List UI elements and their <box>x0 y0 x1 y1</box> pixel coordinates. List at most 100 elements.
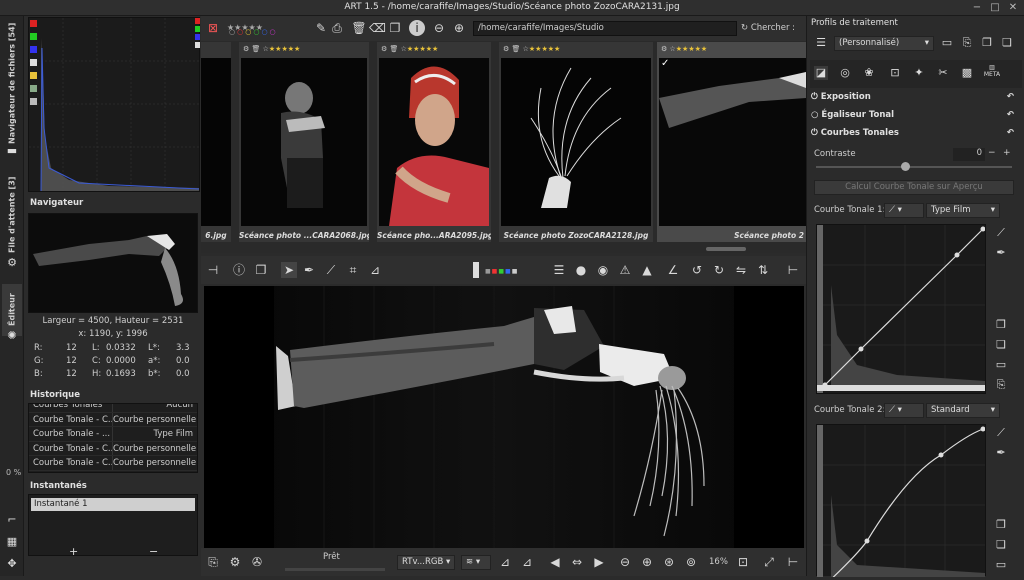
curve2-editor[interactable] <box>816 424 986 580</box>
sync-icon[interactable]: ⇔ <box>569 554 585 570</box>
tab-raw-icon[interactable]: ▩ <box>960 66 974 80</box>
zoom-fit-icon[interactable]: ⊚ <box>683 554 699 570</box>
bar-toggle-icon[interactable] <box>30 98 37 105</box>
hide-right-panel-icon[interactable]: ⊢ <box>785 262 801 278</box>
tab-local-icon[interactable]: ⊡ <box>888 66 902 80</box>
warning-dark-icon[interactable]: ⚠ <box>617 262 633 278</box>
contrast-value[interactable]: 0 <box>953 148 985 161</box>
paste-profile-icon[interactable]: ❏ <box>1000 36 1014 50</box>
save-icon[interactable]: ⎘ <box>205 554 221 570</box>
info-toggle-icon[interactable]: ⓘ <box>231 262 247 278</box>
tab-effects-icon[interactable]: ✦ <box>912 66 926 80</box>
reset-icon[interactable]: ↶ <box>1007 90 1014 105</box>
fullscreen-icon[interactable]: ⤢ <box>761 554 777 570</box>
history-row[interactable]: Courbe Tonale - C... Courbe personnelle <box>29 456 197 471</box>
curve-picker-icon[interactable]: ✒ <box>994 246 1008 260</box>
zoom-100-icon[interactable]: ⊛ <box>661 554 677 570</box>
history-row[interactable]: Courbes Tonales Aucun <box>29 404 197 413</box>
red-toggle-icon[interactable] <box>30 20 37 27</box>
color-picker-icon[interactable]: ✒ <box>301 262 317 278</box>
zoom-in-icon[interactable]: ⊕ <box>451 20 467 36</box>
contrast-decrease-button[interactable]: − <box>988 148 996 158</box>
warning-light-icon[interactable]: ▲ <box>639 262 655 278</box>
straighten-icon[interactable]: ⊿ <box>367 262 383 278</box>
contrast-increase-button[interactable]: + <box>1003 148 1011 158</box>
external-editor-icon[interactable]: ✇ <box>249 554 265 570</box>
folder-icon[interactable]: ▬ <box>4 144 20 158</box>
contrast-slider[interactable] <box>816 166 1012 168</box>
gear-icon[interactable]: ⚙ <box>4 256 20 270</box>
path-input[interactable]: /home/carafife/Images/Studio <box>473 21 737 36</box>
soft-proof-icon[interactable]: ⊿ <box>497 554 513 570</box>
color-label-filters[interactable]: ○○○○○○ <box>229 28 278 36</box>
hide-left-panel-icon[interactable]: ⊣ <box>205 262 221 278</box>
blue-channel-icon[interactable] <box>195 34 200 40</box>
grid-icon[interactable]: ▦ <box>4 535 20 549</box>
collapse-panel-icon[interactable]: ⊢ <box>785 554 801 570</box>
trash-icon[interactable]: 🗑 <box>351 20 367 36</box>
search-label[interactable]: ↻ Chercher : <box>741 21 803 36</box>
curve2-paste-icon[interactable]: ❏ <box>994 538 1008 552</box>
profile-list-icon[interactable]: ☰ <box>814 36 828 50</box>
thumbnail[interactable]: ⚙ 🗑 ☆★★★★★ Scéance photo ZozoCARA2128.jp… <box>499 42 653 242</box>
power-icon[interactable]: ⏻ <box>811 92 821 102</box>
navigator-preview[interactable] <box>28 213 198 313</box>
thumbnail-rating[interactable]: ⚙ 🗑 ☆★★★★★ <box>243 45 300 53</box>
aperture-icon[interactable]: ✺ <box>4 329 20 343</box>
tab-exposure-icon[interactable]: ◪ <box>814 66 828 80</box>
thumbnail-selected[interactable]: ⚙ ☆★★★★★ ✓ Scéance photo 2 <box>657 42 806 242</box>
thumbnail-rating[interactable]: ⚙ ☆★★★★★ <box>661 45 707 53</box>
hand-tool-icon[interactable]: ➤ <box>281 262 297 278</box>
add-snapshot-button[interactable]: + <box>69 545 78 558</box>
blue-toggle-icon[interactable] <box>30 46 37 53</box>
curve-save-icon[interactable]: ⎘ <box>994 378 1008 392</box>
queue-icon[interactable]: ⚙ <box>227 554 243 570</box>
curve2-copy-icon[interactable]: ❐ <box>994 518 1008 532</box>
gamut-check-icon[interactable]: ⊿ <box>519 554 535 570</box>
open-profile-icon[interactable]: ▭ <box>940 36 954 50</box>
background-color-icon[interactable] <box>473 262 479 278</box>
main-image[interactable] <box>204 286 804 548</box>
tab-meta-icon[interactable]: ▥ META <box>982 64 1002 78</box>
disabled-icon[interactable]: ○ <box>811 110 821 120</box>
thumbnail-rating[interactable]: ⚙ 🗑 ☆★★★★★ <box>503 45 560 53</box>
curve-paste-icon[interactable]: ❏ <box>994 338 1008 352</box>
exposure-section[interactable]: ⏻ Exposition ↶ <box>811 90 1016 105</box>
tab-queue[interactable]: File d'attente [3] <box>2 168 22 262</box>
curves-section[interactable]: ⏻ Courbes Tonales ↶ <box>811 126 1016 141</box>
minimize-icon[interactable]: − <box>970 1 984 14</box>
thumbnail[interactable]: 6.jpg <box>201 42 231 242</box>
tonal-eq-section[interactable]: ○ Égaliseur Tonal ↶ <box>811 108 1016 123</box>
red-channel-icon[interactable] <box>195 18 200 24</box>
curve2-mode-select[interactable]: Standard ▾ <box>926 403 1000 418</box>
curve-edit-icon[interactable]: ⟋ <box>994 226 1008 240</box>
channel-preview-icons[interactable]: ■■■■■ <box>485 268 518 275</box>
power-icon[interactable]: ⏻ <box>811 128 821 138</box>
prev-image-icon[interactable]: ◀ <box>547 554 563 570</box>
green-toggle-icon[interactable] <box>30 33 37 40</box>
zoom-out-icon[interactable]: ⊖ <box>431 20 447 36</box>
new-detail-window-icon[interactable]: ⊡ <box>735 554 751 570</box>
save-profile-icon[interactable]: ⎘ <box>960 36 974 50</box>
curve1-editor[interactable] <box>816 224 986 394</box>
snapshot-item[interactable]: Instantané 1 <box>31 498 195 511</box>
copy-profile-icon[interactable]: ❐ <box>980 36 994 50</box>
history-row[interactable]: Courbe Tonale - C... Courbe personnelle <box>29 441 197 456</box>
curve1-mode-select[interactable]: Type Film ▾ <box>926 203 1000 218</box>
tab-detail-icon[interactable]: ◎ <box>838 66 852 80</box>
zoom-in-button[interactable]: ⊕ <box>639 554 655 570</box>
curve-open-icon[interactable]: ▭ <box>994 358 1008 372</box>
rotate-right-icon[interactable]: ↻ <box>711 262 727 278</box>
flip-vertical-icon[interactable]: ⇅ <box>755 262 771 278</box>
chroma-toggle-icon[interactable] <box>30 72 37 79</box>
tab-color-icon[interactable]: ❀ <box>862 66 876 80</box>
crop-tool-icon[interactable]: ⌗ <box>345 262 361 278</box>
maximize-icon[interactable]: □ <box>988 1 1002 14</box>
luma-channel-icon[interactable] <box>195 42 200 48</box>
curve2-picker-icon[interactable]: ✒ <box>994 446 1008 460</box>
curve-copy-icon[interactable]: ❐ <box>994 318 1008 332</box>
reset-icon[interactable]: ↶ <box>1007 108 1014 123</box>
focus-mask-icon[interactable]: ☰ <box>551 262 567 278</box>
before-after-icon[interactable]: ❐ <box>253 262 269 278</box>
output-profile-select[interactable]: RTv...RGB ▾ <box>397 555 455 570</box>
